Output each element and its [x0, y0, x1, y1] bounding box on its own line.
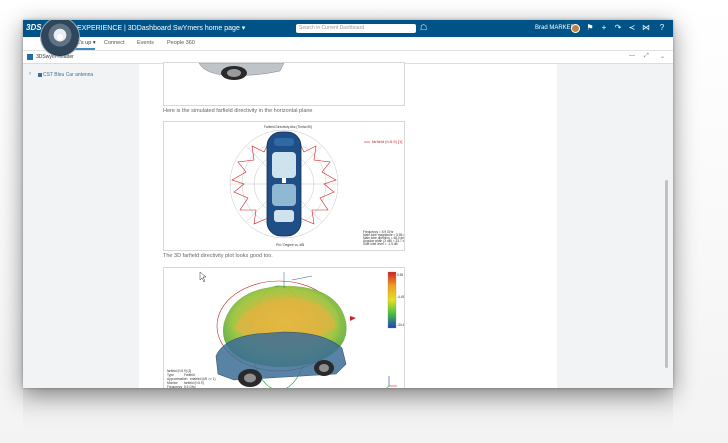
left-panel: ‹ CST Bleu Car antenna: [23, 64, 140, 388]
top-bar: 3DS 3DEXPERIENCE | 3DDashboard SwYmers h…: [23, 20, 673, 37]
post-content: Here is the simulated farfield directivi…: [139, 62, 557, 388]
expand-icon[interactable]: ⤢: [644, 53, 649, 60]
polar-legend: farfield (f=5.9) [1]: [372, 139, 402, 144]
help-icon[interactable]: ?: [657, 23, 667, 32]
polar-plot-title: Farfield Directivity Abs (Theta=90): [264, 125, 312, 129]
back-chevron-icon[interactable]: ‹: [29, 71, 31, 77]
app-title-text: EXPERIENCE | 3DDashboard SwYmers home pa…: [76, 25, 240, 32]
scrollbar-thumb[interactable]: [665, 180, 668, 368]
scale-labels: 5.55 -4.45 -34.4: [397, 273, 404, 327]
farfield-info: farfield (f=5.9) [1] Type Farfield Approx…: [167, 369, 216, 388]
car-image-top-graphic: [198, 63, 285, 80]
screenshot-stage: 3DS 3DEXPERIENCE | 3DDashboard SwYmers h…: [0, 0, 728, 443]
breadcrumb-label: CST Bleu Car antenna: [43, 72, 94, 78]
chevron-down-icon[interactable]: ▾: [242, 25, 246, 32]
svg-text:5.55: 5.55: [397, 273, 403, 277]
breadcrumb[interactable]: CST Bleu Car antenna: [38, 72, 93, 78]
chevron-down-icon[interactable]: ⌄: [660, 53, 665, 60]
user-name[interactable]: Brad MARKER: [535, 25, 575, 31]
polar-plot-image: Farfield Directivity Abs (Theta=90) farf…: [163, 121, 405, 251]
community-icon: [38, 72, 42, 77]
paragraph-horizontal-plane: Here is the simulated farfield directivi…: [163, 108, 313, 114]
tab-people-360[interactable]: People 360: [167, 40, 195, 46]
car-image-top: [163, 62, 405, 106]
app-title[interactable]: 3DEXPERIENCE | 3DDashboard SwYmers home …: [68, 24, 245, 32]
paragraph-3d-plot: The 3D farfield directivity plot looks g…: [163, 253, 273, 259]
dashboard-tabs: What's up ▾ Connect Events People 360: [23, 37, 673, 51]
svg-text:-4.45: -4.45: [397, 295, 404, 299]
polar-axis-label: Phi / Degree vs. dBi: [276, 243, 304, 247]
window-reflection: [23, 388, 673, 428]
tools-icon[interactable]: ⋈: [641, 23, 651, 32]
bookmark-icon[interactable]: ⚑: [585, 23, 595, 32]
search-input[interactable]: Search in Current Dashboard: [296, 24, 416, 33]
svg-text:5.9 GHz: 5.9 GHz: [184, 385, 196, 388]
svg-text:Side lobe level = -1.4 dB: Side lobe level = -1.4 dB: [363, 242, 398, 246]
svg-text:-34.4: -34.4: [397, 323, 404, 327]
tab-events[interactable]: Events: [137, 40, 154, 46]
polar-plot-graphic: Farfield Directivity Abs (Theta=90) farf…: [229, 125, 404, 247]
tab-connect[interactable]: Connect: [104, 40, 125, 46]
app-window: 3DS 3DEXPERIENCE | 3DDashboard SwYmers h…: [23, 20, 673, 388]
farfield-3d-graphic: 5.55 -4.45 -34.4 farfield (f=5.9) [1] Ty…: [167, 271, 404, 388]
farfield-3d-image: 5.55 -4.45 -34.4 farfield (f=5.9) [1] Ty…: [163, 267, 405, 388]
chevron-down-icon[interactable]: ▾: [93, 40, 96, 46]
add-icon[interactable]: +: [599, 23, 609, 32]
swym-icon: [27, 54, 33, 60]
right-panel: [557, 64, 673, 388]
avatar[interactable]: [571, 24, 580, 33]
minimize-icon[interactable]: —: [629, 53, 635, 59]
tag-icon[interactable]: ☖: [420, 23, 427, 32]
compass-center: [57, 34, 63, 40]
network-icon[interactable]: ≺: [627, 23, 637, 32]
ds-logo: 3DS: [26, 23, 42, 32]
share-icon[interactable]: ↷: [613, 23, 623, 32]
svg-text:Frequency: Frequency: [167, 385, 182, 388]
